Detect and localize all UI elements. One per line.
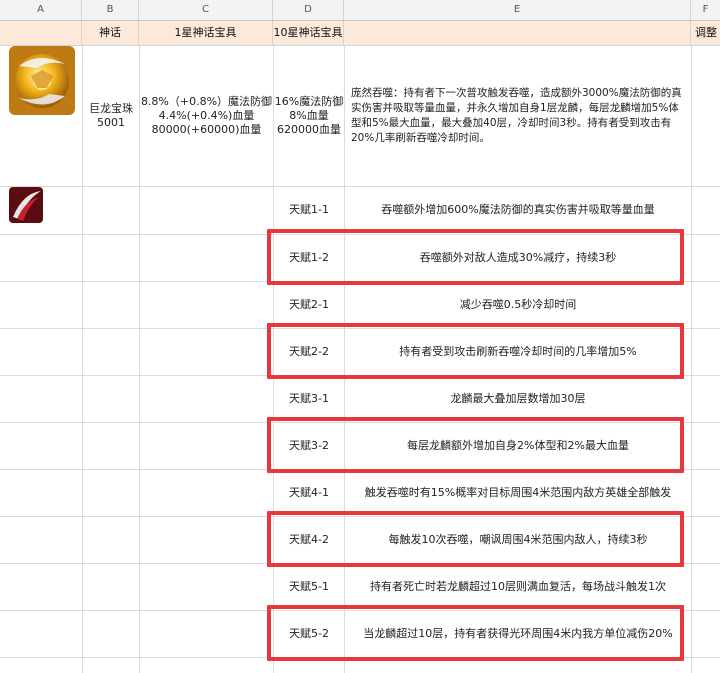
talent-text-cell[interactable]: 减少吞噬0.5秒冷却时间 <box>345 282 691 328</box>
talent-id: 天赋1-1 <box>289 203 329 216</box>
ten-star-stat-2: 8%血量 <box>289 109 329 122</box>
item-description: 庞然吞噬：持有者下一次普攻触发吞噬，造成额外3000%魔法防御的真实伤害并吸取等… <box>351 87 682 144</box>
header-row: 神话 1星神话宝具 10星神话宝具 调整 <box>0 21 720 46</box>
column-header-f[interactable]: F <box>691 0 720 20</box>
talent-id: 天赋3-1 <box>289 392 329 405</box>
talent-id-cell[interactable]: 天赋2-1 <box>274 282 344 328</box>
ten-star-stats-cell[interactable]: 16%魔法防御 8%血量 620000血量 <box>274 46 344 186</box>
column-header-d[interactable]: D <box>273 0 344 20</box>
talent-text-cell[interactable]: 持有者死亡时若龙麟超过10层则满血复活，每场战斗触发1次 <box>345 564 691 610</box>
talent-id: 天赋4-1 <box>289 486 329 499</box>
header-cell-a[interactable] <box>0 21 82 45</box>
talent-text: 持有者死亡时若龙麟超过10层则满血复活，每场战斗触发1次 <box>370 580 666 593</box>
header-cell-e[interactable] <box>344 21 691 45</box>
item-description-cell[interactable]: 庞然吞噬：持有者下一次普攻触发吞噬，造成额外3000%魔法防御的真实伤害并吸取等… <box>345 46 691 186</box>
talent-id: 天赋2-1 <box>289 298 329 311</box>
column-header-c[interactable]: C <box>139 0 273 20</box>
one-star-stat-1: 8.8%（+0.8%）魔法防御 <box>140 95 273 108</box>
talent-id-cell[interactable]: 天赋1-1 <box>274 187 344 233</box>
highlight-box <box>267 323 684 379</box>
spreadsheet: A B C D E F 神话 1星神话宝具 10星神话宝具 调整 巨龙宝珠 50… <box>0 0 720 673</box>
item-name: 巨龙宝珠 <box>89 102 133 115</box>
talent-id-cell[interactable]: 天赋5-1 <box>274 564 344 610</box>
one-star-stat-2: 4.4%(+0.4%)血量 <box>158 109 255 122</box>
column-header-b[interactable]: B <box>82 0 139 20</box>
highlight-box <box>267 511 684 567</box>
item-id: 5001 <box>97 116 125 129</box>
header-cell-adjust[interactable]: 调整 <box>691 21 720 45</box>
dragon-orb-icon[interactable] <box>9 46 75 115</box>
talent-text: 减少吞噬0.5秒冷却时间 <box>459 298 577 311</box>
talent-id-cell[interactable]: 天赋4-1 <box>274 470 344 516</box>
header-cell-one-star[interactable]: 1星神话宝具 <box>139 21 273 45</box>
talent-text-cell[interactable]: 吞噬额外增加600%魔法防御的真实伤害并吸取等量血量 <box>345 187 691 233</box>
talent-text: 龙麟最大叠加层数增加30层 <box>450 392 586 405</box>
header-cell-myth[interactable]: 神话 <box>82 21 139 45</box>
highlight-box <box>267 417 684 473</box>
one-star-stats-cell[interactable]: 8.8%（+0.8%）魔法防御 4.4%(+0.4%)血量 80000(+600… <box>140 46 273 186</box>
ten-star-stat-1: 16%魔法防御 <box>274 95 344 108</box>
highlight-box <box>267 229 684 285</box>
talent-slash-icon[interactable] <box>9 187 43 223</box>
one-star-stat-3: 80000(+60000)血量 <box>151 123 262 136</box>
header-cell-ten-star[interactable]: 10星神话宝具 <box>273 21 344 45</box>
talent-id: 天赋5-1 <box>289 580 329 593</box>
talent-text-cell[interactable]: 龙麟最大叠加层数增加30层 <box>345 376 691 422</box>
talent-text: 吞噬额外增加600%魔法防御的真实伤害并吸取等量血量 <box>381 203 655 216</box>
item-name-cell[interactable]: 巨龙宝珠 5001 <box>83 46 139 186</box>
column-header-bar: A B C D E F <box>0 0 720 21</box>
talent-text: 触发吞噬时有15%概率对目标周围4米范围内敌方英雄全部触发 <box>364 486 672 499</box>
ten-star-stat-3: 620000血量 <box>277 123 341 136</box>
talent-text-cell[interactable]: 触发吞噬时有15%概率对目标周围4米范围内敌方英雄全部触发 <box>345 470 691 516</box>
highlight-box <box>267 605 684 661</box>
talent-id-cell[interactable]: 天赋3-1 <box>274 376 344 422</box>
column-header-a[interactable]: A <box>0 0 82 20</box>
column-header-e[interactable]: E <box>344 0 691 20</box>
